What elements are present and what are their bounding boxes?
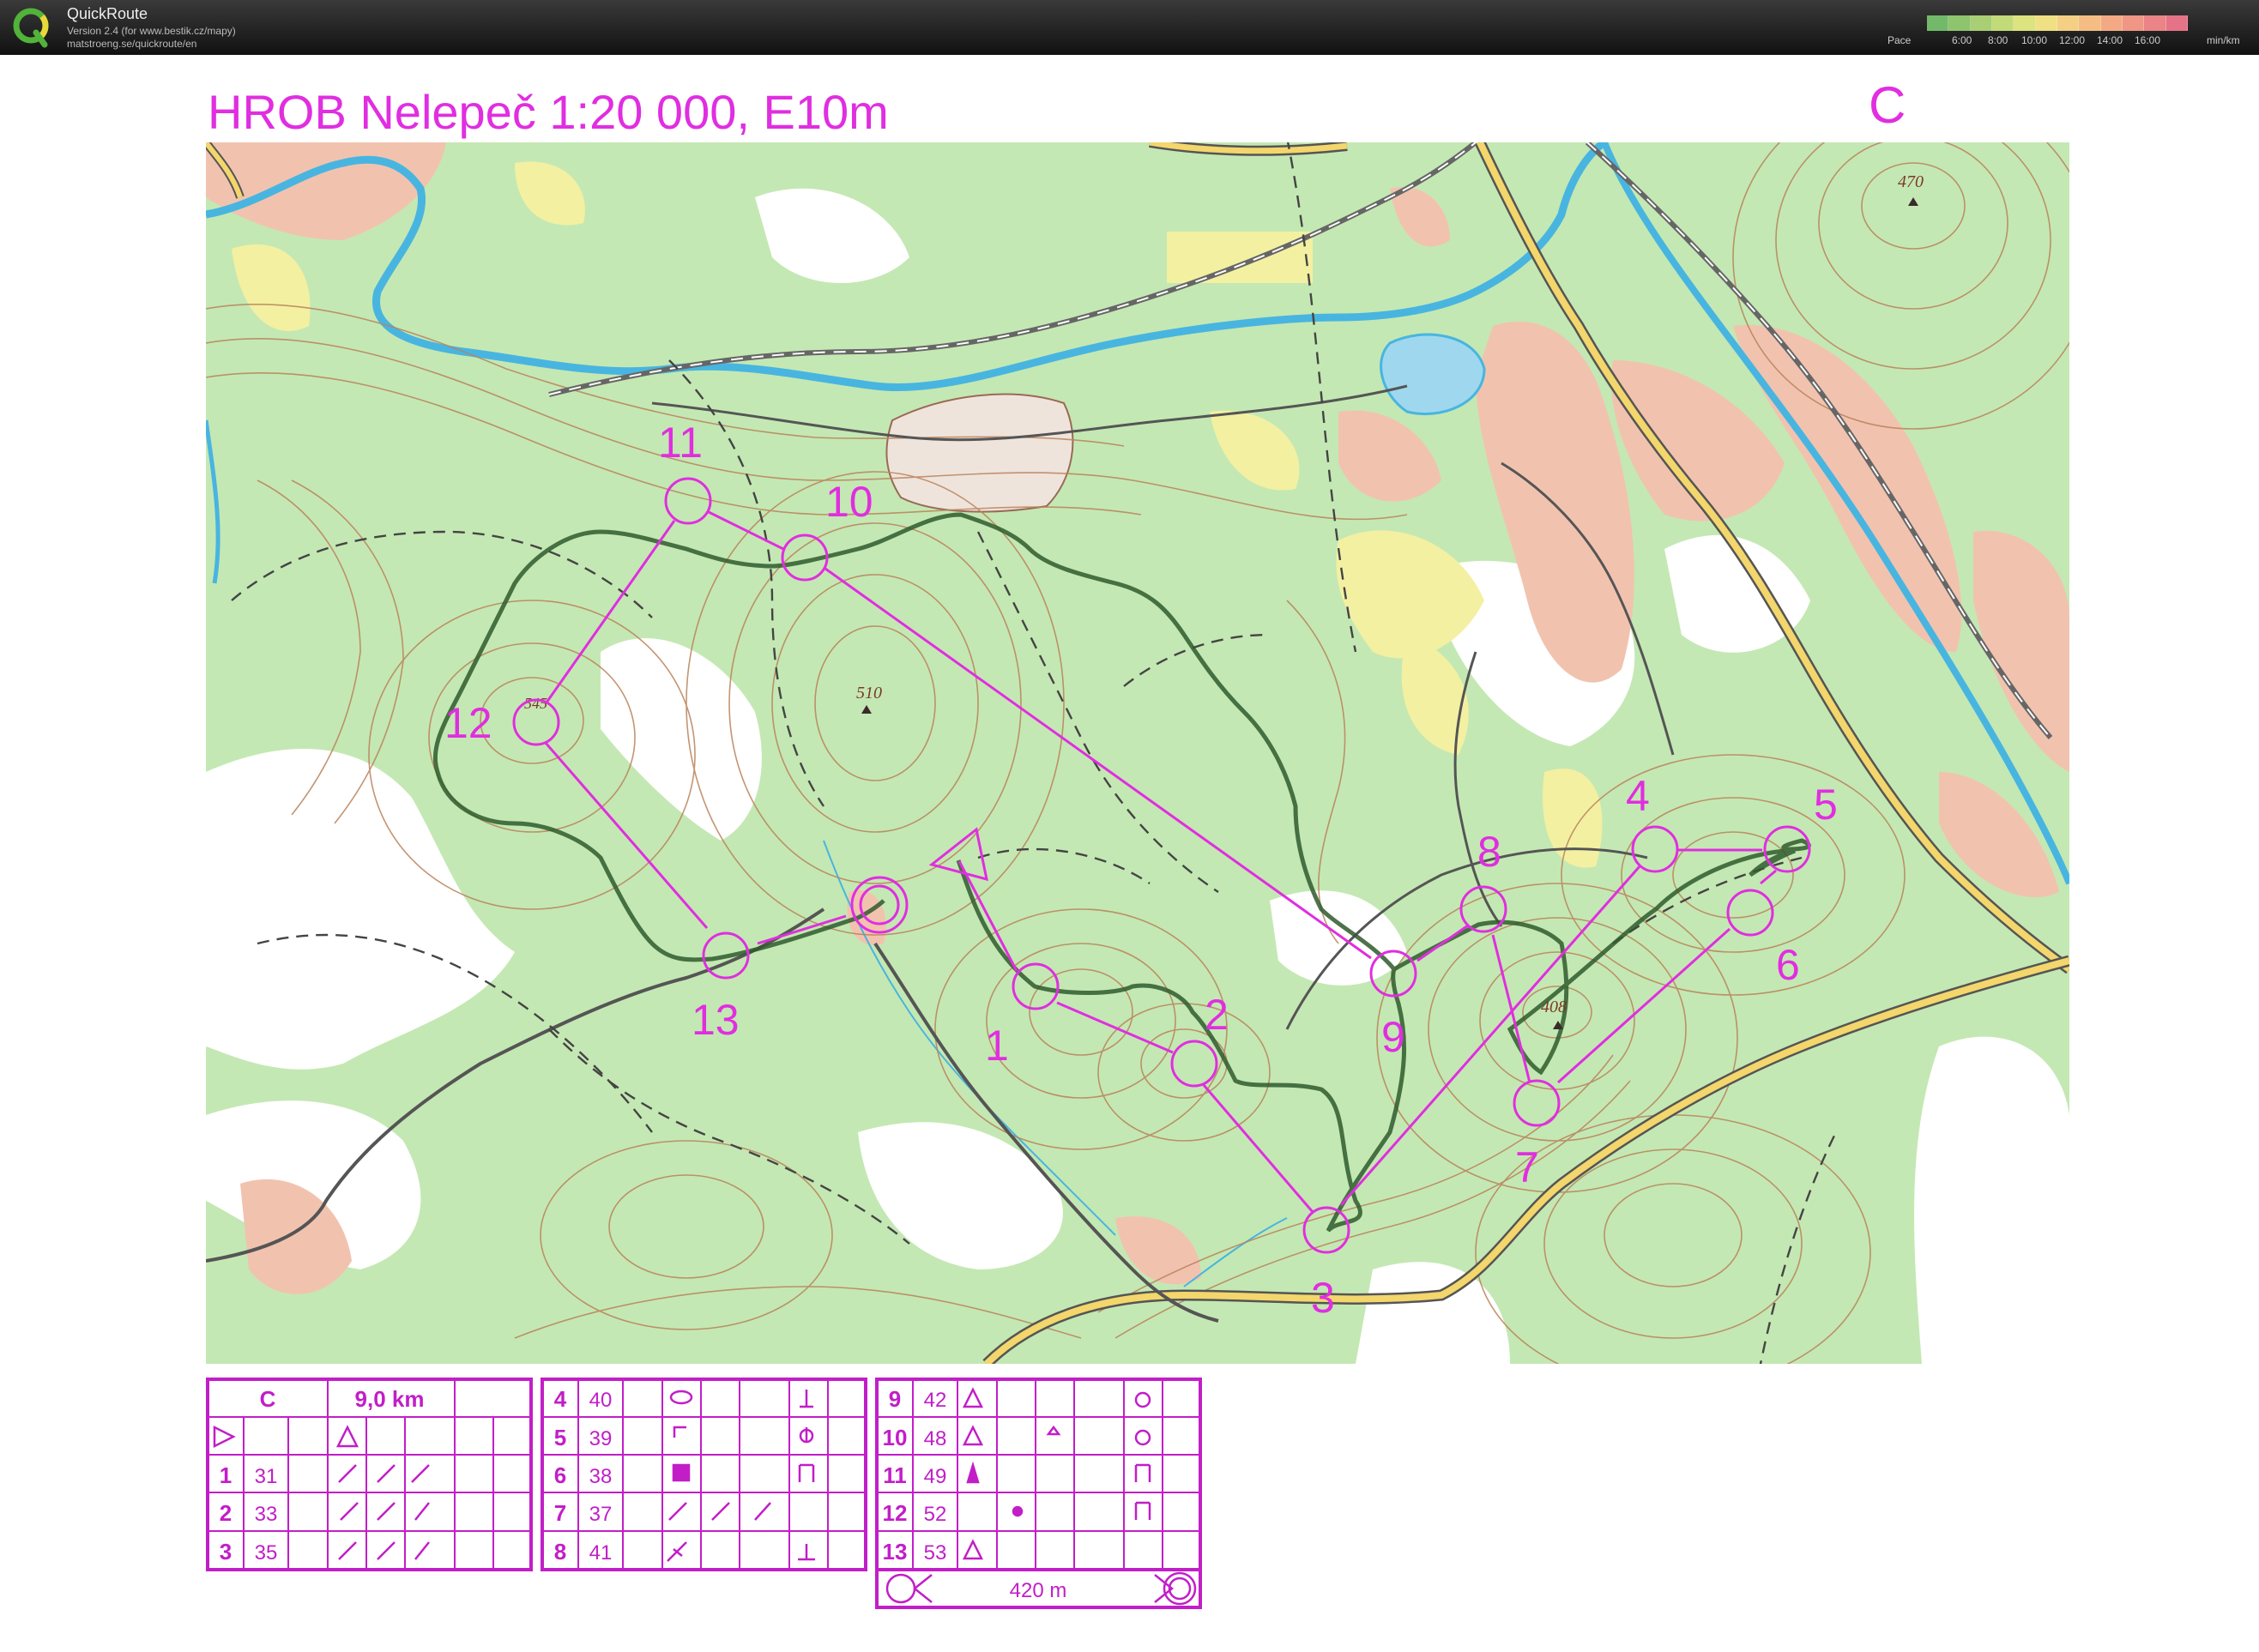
app-version: Version 2.4 (for www.bestik.cz/mapy) bbox=[67, 25, 236, 37]
spot-height-label: 545 bbox=[524, 695, 547, 712]
pace-tick: 6:00 bbox=[1952, 34, 1972, 46]
sheet-control-n: 2 bbox=[220, 1500, 232, 1526]
pace-color-segment bbox=[1927, 15, 1949, 31]
description-symbols bbox=[213, 1387, 1197, 1606]
pace-color-segment bbox=[2035, 15, 2057, 31]
pace-color-segment bbox=[2057, 15, 2080, 31]
control-number: 2 bbox=[1205, 991, 1229, 1039]
control-number: 8 bbox=[1477, 828, 1501, 876]
forest-base bbox=[206, 142, 2069, 1364]
pace-label: Pace bbox=[1888, 34, 1912, 46]
pace-unit: min/km bbox=[2207, 34, 2240, 46]
sheet-control-code: 48 bbox=[924, 1427, 947, 1450]
sheet-control-n: 6 bbox=[554, 1462, 566, 1488]
sheet-control-code: 40 bbox=[589, 1389, 613, 1412]
app-url: matstroeng.se/quickroute/en bbox=[67, 38, 197, 50]
description-text: C 9,0 km 1 2 3 4 5 6 7 8 9 10 11 12 13 bbox=[220, 1386, 908, 1565]
pace-tick: 16:00 bbox=[2135, 34, 2161, 46]
sheet-control-n: 4 bbox=[554, 1386, 567, 1412]
pace-color-scale bbox=[1927, 15, 2188, 31]
sheet-control-n: 10 bbox=[883, 1425, 908, 1450]
sheet-control-n: 5 bbox=[554, 1425, 566, 1450]
control-number: 3 bbox=[1311, 1274, 1335, 1322]
control-number: 13 bbox=[692, 996, 740, 1044]
pace-color-segment bbox=[2014, 15, 2036, 31]
pace-color-segment bbox=[2122, 15, 2145, 31]
sheet-control-code: 52 bbox=[924, 1503, 947, 1526]
pace-tick: 14:00 bbox=[2097, 34, 2123, 46]
sheet-control-n: 7 bbox=[554, 1500, 566, 1526]
sheet-control-code: 41 bbox=[589, 1541, 613, 1565]
sheet-control-code: 33 bbox=[255, 1503, 278, 1526]
sheet-control-code: 35 bbox=[255, 1541, 278, 1565]
spot-height-label: 510 bbox=[856, 684, 882, 702]
app-name: QuickRoute bbox=[67, 5, 148, 22]
corner-symbol-icon bbox=[673, 1426, 686, 1438]
quarry-area bbox=[885, 393, 1074, 513]
control-number: 9 bbox=[1381, 1013, 1405, 1061]
pace-color-segment bbox=[1948, 15, 1971, 31]
feature-symbols-icon bbox=[798, 1390, 815, 1561]
knoll-symbol-icon bbox=[669, 1390, 693, 1405]
pace-tick: 8:00 bbox=[1988, 34, 2008, 46]
sheet-control-code: 31 bbox=[255, 1465, 278, 1488]
sheet-control-n: 11 bbox=[883, 1462, 907, 1488]
sheet-control-n: 12 bbox=[883, 1500, 908, 1526]
control-description-sheet bbox=[206, 1378, 1202, 1609]
map-title: HROB Nelepeč 1:20 000, E10m bbox=[208, 85, 889, 139]
sheet-control-code: 42 bbox=[924, 1389, 947, 1412]
quickroute-logo-icon bbox=[13, 8, 49, 48]
pace-color-segment bbox=[2100, 15, 2123, 31]
start-symbol-icon bbox=[213, 1425, 236, 1449]
sheet-control-n: 9 bbox=[889, 1386, 901, 1412]
sheet-control-code: 53 bbox=[924, 1541, 947, 1565]
sheet-control-code: 38 bbox=[589, 1465, 613, 1488]
boulder-symbol-icon bbox=[672, 1463, 691, 1482]
title-bar: QuickRoute Version 2.4 (for www.bestik.c… bbox=[0, 0, 2259, 55]
control-number: 11 bbox=[658, 419, 703, 467]
control-number: 5 bbox=[1814, 781, 1838, 829]
map-canvas[interactable]: HROB Nelepeč 1:20 000, E10m C 470 510 54… bbox=[0, 55, 2259, 1652]
sheet-control-n: 13 bbox=[883, 1539, 908, 1565]
sheet-control-code: 37 bbox=[589, 1503, 613, 1526]
control-number: 1 bbox=[985, 1022, 1009, 1070]
finish-distance: 420 m bbox=[1010, 1579, 1067, 1602]
sheet-control-n: 3 bbox=[220, 1539, 232, 1565]
control-number: 4 bbox=[1626, 772, 1650, 820]
sheet-length: 9,0 km bbox=[355, 1386, 425, 1412]
hill-symbol-icon bbox=[335, 1425, 359, 1448]
sheet-control-n: 1 bbox=[220, 1462, 232, 1488]
spot-height-label: 408 bbox=[1541, 998, 1567, 1016]
pace-tick: 12:00 bbox=[2059, 34, 2086, 46]
spot-height-label: 470 bbox=[1898, 172, 1924, 191]
pace-color-segment bbox=[1991, 15, 2014, 31]
control-number: 6 bbox=[1776, 941, 1800, 989]
sheet-control-n: 8 bbox=[554, 1539, 566, 1565]
sheet-control-code: 49 bbox=[924, 1465, 947, 1488]
control-number: 10 bbox=[825, 478, 873, 526]
sheet-course: C bbox=[260, 1386, 276, 1412]
control-number: 7 bbox=[1515, 1143, 1539, 1191]
sheet-control-code: 39 bbox=[589, 1427, 613, 1450]
pace-color-segment bbox=[1970, 15, 1992, 31]
pace-tick: 10:00 bbox=[2021, 34, 2048, 46]
course-letter: C bbox=[1869, 76, 1906, 134]
pace-color-segment bbox=[2079, 15, 2101, 31]
pace-color-segment bbox=[2165, 15, 2188, 31]
pace-color-segment bbox=[2144, 15, 2166, 31]
control-number: 12 bbox=[444, 699, 492, 747]
path-symbols-icon bbox=[338, 1464, 430, 1560]
